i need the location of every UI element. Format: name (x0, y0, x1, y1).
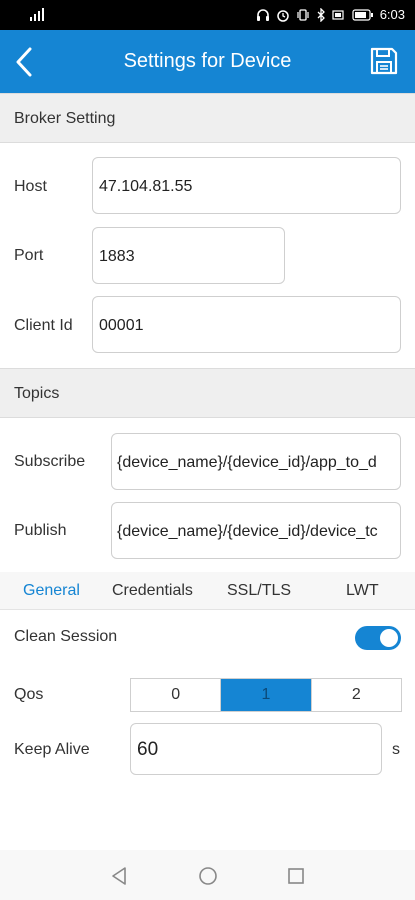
clean-session-label: Clean Session (14, 628, 118, 645)
qos-selector: 0 1 2 (130, 678, 402, 712)
topics-title: Topics (14, 385, 60, 402)
battery-icon (352, 8, 373, 21)
battery-saver-icon (332, 9, 344, 20)
vibrate-icon (297, 8, 309, 21)
page-title: Settings for Device (123, 50, 292, 72)
client-id-label: Client Id (14, 317, 73, 334)
tab-lwt[interactable]: LWT (346, 582, 379, 600)
subscribe-input[interactable]: {device_name}/{device_id}/app_to_d (111, 433, 401, 490)
subscribe-label: Subscribe (14, 453, 86, 470)
clean-session-toggle[interactable] (355, 626, 401, 650)
client-id-input[interactable]: 00001 (92, 296, 401, 353)
save-button[interactable] (369, 46, 399, 76)
headset-icon (256, 8, 269, 21)
status-bar: 6:03 (0, 0, 415, 30)
system-nav-bar (0, 850, 415, 900)
signal-icon (30, 8, 44, 21)
tab-credentials[interactable]: Credentials (112, 582, 193, 600)
status-time: 6:03 (379, 7, 405, 22)
keep-alive-label: Keep Alive (14, 741, 90, 758)
topics-header: Topics (0, 368, 415, 418)
nav-back-icon[interactable] (108, 865, 130, 887)
host-input[interactable]: 47.104.81.55 (92, 157, 401, 214)
alarm-icon (276, 9, 289, 22)
qos-option-0[interactable]: 0 (131, 679, 222, 711)
qos-option-1-label: 1 (261, 686, 271, 703)
tab-ssl-tls[interactable]: SSL/TLS (227, 582, 291, 600)
status-left (30, 7, 46, 21)
port-input[interactable]: 1883 (92, 227, 285, 284)
toggle-knob (380, 629, 398, 647)
broker-setting-title: Broker Setting (14, 110, 116, 127)
keep-alive-unit: s (392, 741, 400, 758)
qos-label: Qos (14, 686, 44, 703)
keep-alive-input[interactable]: 60 (130, 723, 382, 775)
publish-input[interactable]: {device_name}/{device_id}/device_tc (111, 502, 401, 559)
nav-home-icon[interactable] (197, 865, 219, 887)
qos-option-1[interactable]: 1 (221, 679, 312, 711)
nav-recents-icon[interactable] (285, 865, 307, 887)
host-label: Host (14, 178, 47, 195)
bluetooth-icon (317, 7, 325, 22)
save-disk-icon (370, 47, 398, 75)
app-bar: Settings for Device (0, 30, 415, 93)
publish-label: Publish (14, 522, 67, 539)
port-label: Port (14, 247, 44, 264)
status-right: 6:03 (256, 7, 405, 22)
tab-general[interactable]: General (23, 582, 80, 600)
settings-tabs: General Credentials SSL/TLS LWT (0, 572, 415, 610)
broker-setting-header: Broker Setting (0, 93, 415, 143)
qos-option-2[interactable]: 2 (312, 679, 401, 711)
